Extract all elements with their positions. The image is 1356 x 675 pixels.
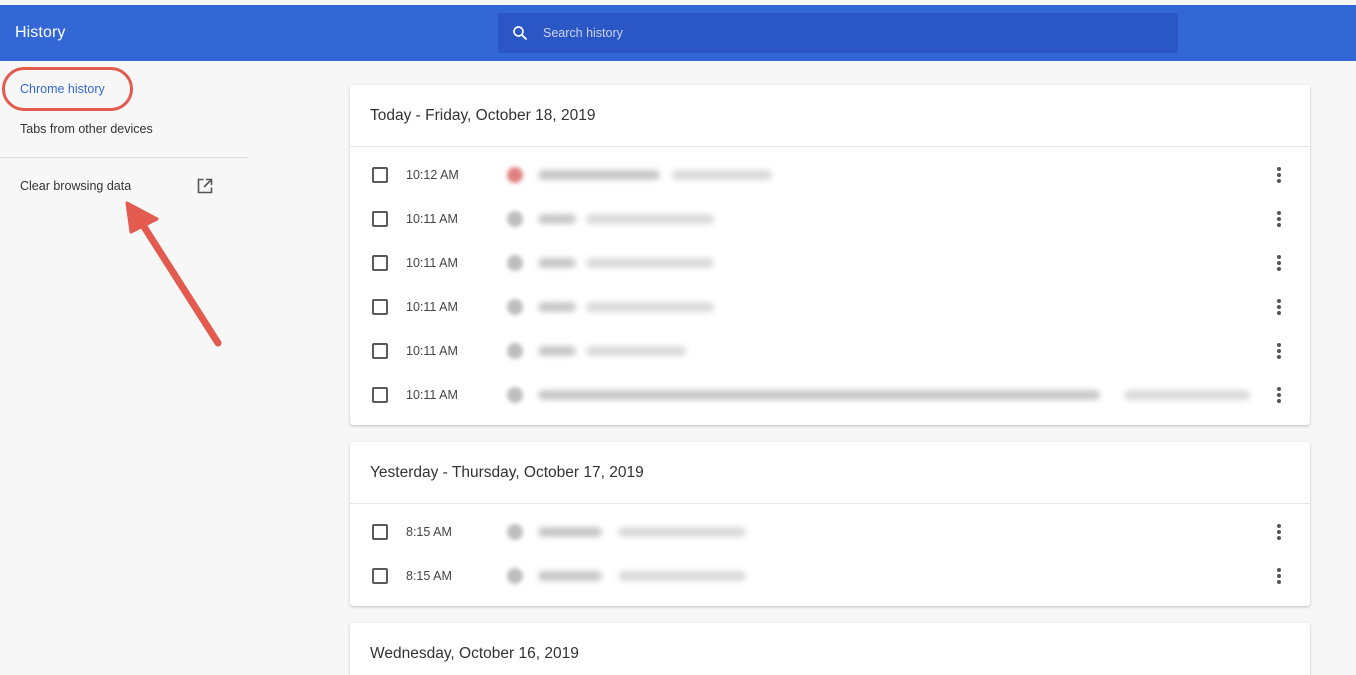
entry-time: 10:11 AM [406, 212, 458, 226]
sidebar-divider [0, 157, 248, 158]
site-favicon-icon [507, 568, 523, 584]
search-input[interactable] [543, 13, 1143, 53]
page-title: History [15, 24, 66, 41]
search-icon[interactable] [511, 24, 529, 42]
site-favicon-icon [507, 255, 523, 271]
entry-domain [618, 527, 746, 537]
entry-time: 10:12 AM [406, 168, 459, 182]
entry-domain [586, 214, 714, 224]
site-favicon-icon [507, 524, 523, 540]
entry-checkbox[interactable] [372, 167, 388, 183]
more-actions-icon[interactable] [1274, 385, 1284, 405]
entry-checkbox[interactable] [372, 343, 388, 359]
site-favicon-icon [507, 299, 523, 315]
sidebar-item-tabs-other-devices[interactable]: Tabs from other devices [0, 109, 248, 149]
history-entry: 10:11 AM [350, 241, 1310, 285]
entry-time: 10:11 AM [406, 256, 458, 270]
more-actions-icon[interactable] [1274, 209, 1284, 229]
entry-time: 10:11 AM [406, 344, 458, 358]
history-entry: 10:11 AM [350, 197, 1310, 241]
history-day-card-today: Today - Friday, October 18, 2019 10:12 A… [350, 85, 1310, 425]
site-favicon-icon [507, 343, 523, 359]
entry-title[interactable] [538, 346, 576, 356]
history-entry: 10:12 AM [350, 153, 1310, 197]
site-favicon-icon [507, 167, 523, 183]
entry-title[interactable] [538, 571, 602, 581]
more-actions-icon[interactable] [1274, 341, 1284, 361]
history-day-card-wednesday: Wednesday, October 16, 2019 [350, 623, 1310, 675]
entry-time: 10:11 AM [406, 388, 458, 402]
history-entry: 10:11 AM [350, 373, 1310, 417]
more-actions-icon[interactable] [1274, 165, 1284, 185]
day-heading: Today - Friday, October 18, 2019 [350, 85, 1310, 147]
entry-checkbox[interactable] [372, 524, 388, 540]
day-heading: Wednesday, October 16, 2019 [350, 623, 1310, 675]
site-favicon-icon [507, 387, 523, 403]
entry-title[interactable] [538, 302, 576, 312]
more-actions-icon[interactable] [1274, 566, 1284, 586]
entry-title[interactable] [538, 527, 602, 537]
entry-checkbox[interactable] [372, 211, 388, 227]
entry-title[interactable] [538, 170, 660, 180]
entry-title[interactable] [538, 390, 1100, 400]
annotation-highlight-oval [2, 67, 133, 111]
entry-time: 10:11 AM [406, 300, 458, 314]
history-entry: 10:11 AM [350, 329, 1310, 373]
sidebar: Chrome history Tabs from other devices C… [0, 61, 250, 675]
history-day-card-yesterday: Yesterday - Thursday, October 17, 2019 8… [350, 442, 1310, 606]
search-box[interactable] [498, 13, 1178, 53]
entry-checkbox[interactable] [372, 255, 388, 271]
entry-domain [586, 302, 714, 312]
toolbar: History [0, 5, 1356, 61]
entry-checkbox[interactable] [372, 299, 388, 315]
entry-time: 8:15 AM [406, 569, 452, 583]
site-favicon-icon [507, 211, 523, 227]
entry-title[interactable] [538, 214, 576, 224]
history-entry: 10:11 AM [350, 285, 1310, 329]
open-in-new-icon[interactable] [197, 178, 213, 194]
more-actions-icon[interactable] [1274, 297, 1284, 317]
entry-checkbox[interactable] [372, 568, 388, 584]
entry-domain [586, 346, 686, 356]
more-actions-icon[interactable] [1274, 522, 1284, 542]
history-entry: 8:15 AM [350, 554, 1310, 598]
entry-domain [672, 170, 772, 180]
more-actions-icon[interactable] [1274, 253, 1284, 273]
entry-domain [618, 571, 746, 581]
day-heading: Yesterday - Thursday, October 17, 2019 [350, 442, 1310, 504]
entry-domain [1124, 390, 1250, 400]
history-entry: 8:15 AM [350, 510, 1310, 554]
entry-domain [586, 258, 714, 268]
entry-checkbox[interactable] [372, 387, 388, 403]
entry-time: 8:15 AM [406, 525, 452, 539]
entry-title[interactable] [538, 258, 576, 268]
